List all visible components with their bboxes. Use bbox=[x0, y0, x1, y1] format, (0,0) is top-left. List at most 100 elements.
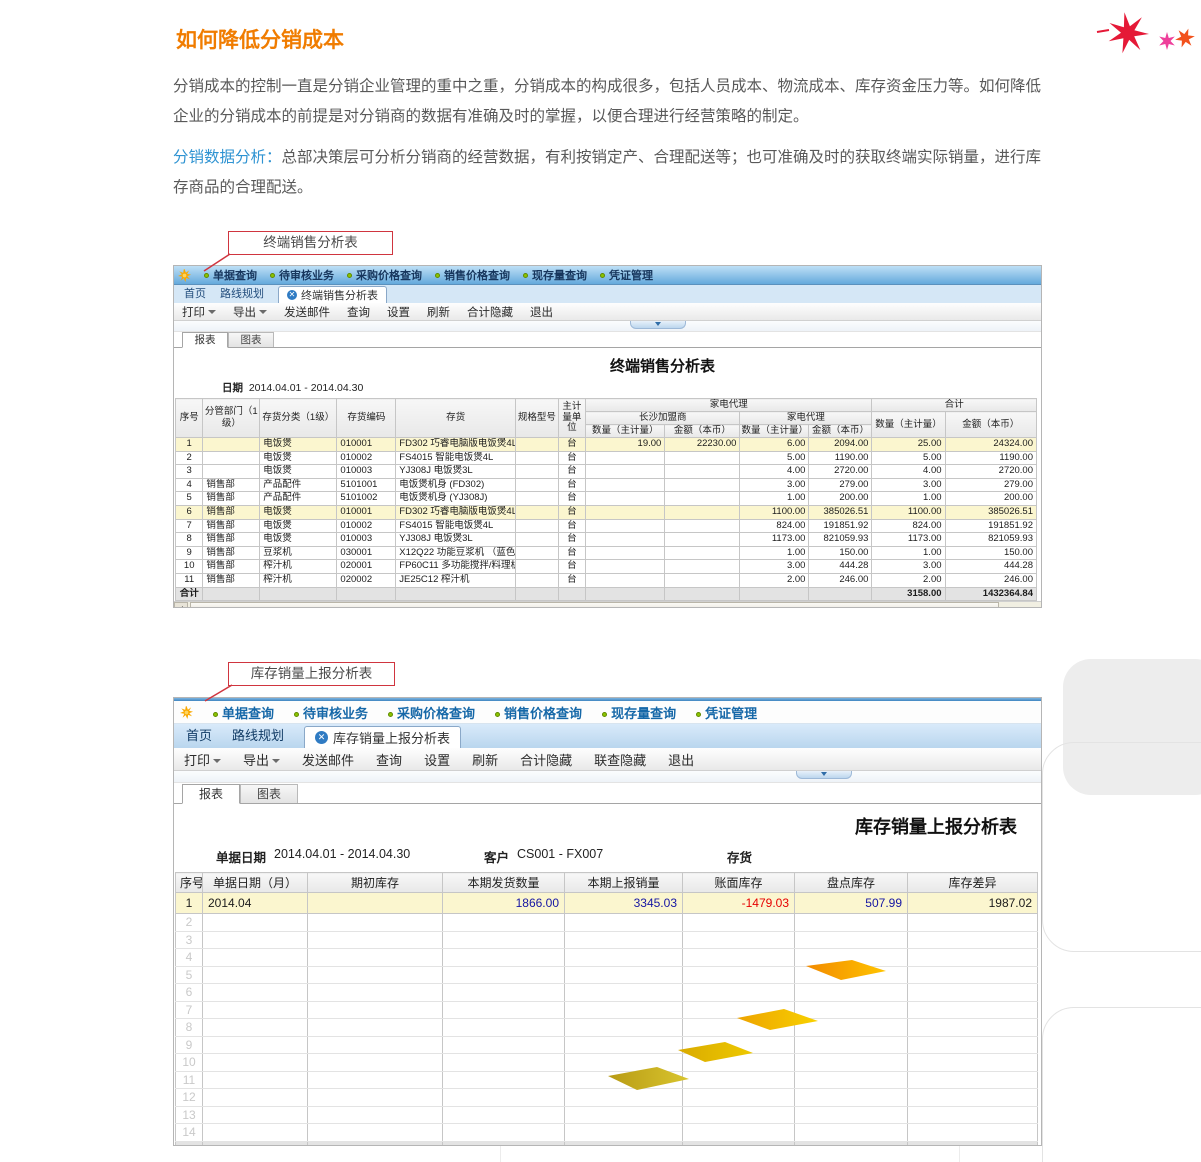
table-row[interactable]: 14 bbox=[176, 1124, 1038, 1142]
table-row[interactable]: 11 bbox=[176, 1071, 1038, 1089]
gear-icon[interactable] bbox=[180, 706, 193, 719]
table-row[interactable]: 4销售部产品配件5101001电饭煲机身 (FD302)台3.00279.003… bbox=[176, 478, 1037, 492]
table-row[interactable]: 3 bbox=[176, 931, 1038, 949]
menu-item[interactable]: 现存量查询 bbox=[523, 267, 587, 283]
table-row[interactable]: 2 bbox=[176, 914, 1038, 932]
table-cell: 8 bbox=[176, 533, 203, 547]
print-button[interactable]: 打印 bbox=[184, 750, 221, 769]
col-doc-month: 单据日期（月） bbox=[203, 873, 308, 893]
table-cell: 1.00 bbox=[740, 546, 809, 560]
table-cell bbox=[308, 1001, 443, 1019]
tab-route-planning[interactable]: 路线规划 bbox=[220, 285, 264, 301]
exit-button[interactable]: 退出 bbox=[668, 750, 694, 769]
table-row[interactable]: 9 bbox=[176, 1036, 1038, 1054]
table-cell bbox=[586, 573, 665, 587]
table-cell bbox=[665, 533, 740, 547]
table-cell bbox=[683, 1019, 795, 1037]
collapse-handle[interactable] bbox=[630, 321, 686, 329]
collapse-handle[interactable] bbox=[796, 771, 852, 779]
menu-item[interactable]: 现存量查询 bbox=[602, 703, 676, 722]
refresh-button[interactable]: 刷新 bbox=[472, 750, 498, 769]
menu-item[interactable]: 采购价格查询 bbox=[347, 267, 422, 283]
tab-home[interactable]: 首页 bbox=[184, 285, 206, 301]
tab-report[interactable]: 报表 bbox=[182, 784, 240, 804]
menu-item[interactable]: 待审核业务 bbox=[270, 267, 334, 283]
hide-total-button[interactable]: 合计隐藏 bbox=[467, 304, 513, 320]
table-row[interactable]: 5 bbox=[176, 966, 1038, 984]
table-cell: 010003 bbox=[337, 465, 396, 479]
table-row[interactable]: 6 bbox=[176, 984, 1038, 1002]
send-mail-button[interactable]: 发送邮件 bbox=[302, 750, 354, 769]
menu-item[interactable]: 采购价格查询 bbox=[388, 703, 475, 722]
menu-item[interactable]: 销售价格查询 bbox=[495, 703, 582, 722]
table-cell: 1190.00 bbox=[945, 451, 1036, 465]
gear-icon[interactable] bbox=[178, 269, 191, 282]
table-cell: 824.00 bbox=[872, 519, 945, 533]
horizontal-scrollbar[interactable] bbox=[174, 601, 1041, 608]
table-cell bbox=[203, 984, 308, 1002]
menu-item[interactable]: 凭证管理 bbox=[696, 703, 757, 722]
tab-home[interactable]: 首页 bbox=[186, 725, 212, 744]
hide-drill-button[interactable]: 联查隐藏 bbox=[594, 750, 646, 769]
exit-button[interactable]: 退出 bbox=[530, 304, 553, 320]
scrollbar-thumb[interactable] bbox=[190, 602, 999, 608]
query-button[interactable]: 查询 bbox=[347, 304, 370, 320]
table-cell: 14 bbox=[176, 1124, 203, 1142]
scroll-left-button[interactable] bbox=[174, 602, 188, 608]
table-cell: 电饭煲机身 (YJ308J) bbox=[396, 492, 516, 506]
table-cell: 1190.00 bbox=[809, 451, 872, 465]
table-cell bbox=[516, 573, 559, 587]
table-row[interactable]: 10销售部榨汁机020001FP60C11 多功能搅拌/料理机台3.00444.… bbox=[176, 560, 1037, 574]
inventory-report-table: 序号 单据日期（月） 期初库存 本期发货数量 本期上报销量 账面库存 盘点库存 … bbox=[175, 872, 1038, 1146]
menu-item[interactable]: 待审核业务 bbox=[294, 703, 368, 722]
send-mail-button[interactable]: 发送邮件 bbox=[284, 304, 330, 320]
table-row[interactable]: 6销售部电饭煲010001FD302 巧睿电脑版电饭煲4L台1100.00385… bbox=[176, 505, 1037, 519]
table-cell bbox=[795, 984, 908, 1002]
table-row[interactable]: 12014.041866.003345.03-1479.03507.991987… bbox=[176, 893, 1038, 914]
export-button[interactable]: 导出 bbox=[233, 304, 267, 320]
table-cell bbox=[795, 966, 908, 984]
table-row[interactable]: 8 bbox=[176, 1019, 1038, 1037]
table-cell: 11 bbox=[176, 573, 203, 587]
table-row[interactable]: 5销售部产品配件5101002电饭煲机身 (YJ308J)台1.00200.00… bbox=[176, 492, 1037, 506]
tab-report[interactable]: 报表 bbox=[182, 332, 228, 348]
settings-button[interactable]: 设置 bbox=[387, 304, 410, 320]
table-cell: 4.00 bbox=[740, 465, 809, 479]
table-cell bbox=[203, 465, 260, 479]
tab-chart[interactable]: 图表 bbox=[240, 784, 298, 803]
close-icon[interactable]: ✕ bbox=[287, 290, 297, 300]
table-row[interactable]: 7 bbox=[176, 1001, 1038, 1019]
table-cell bbox=[586, 505, 665, 519]
table-row[interactable]: 4 bbox=[176, 949, 1038, 967]
menu-item[interactable]: 凭证管理 bbox=[600, 267, 653, 283]
table-row[interactable]: 13 bbox=[176, 1106, 1038, 1124]
table-row[interactable]: 11销售部榨汁机020002JE25C12 榨汁机台2.00246.002.00… bbox=[176, 573, 1037, 587]
tab-chart[interactable]: 图表 bbox=[228, 332, 274, 347]
table-row[interactable]: 7销售部电饭煲010002FS4015 智能电饭煲4L台824.00191851… bbox=[176, 519, 1037, 533]
table-row[interactable]: 1电饭煲010001FD302 巧睿电脑版电饭煲4L台19.0022230.00… bbox=[176, 438, 1037, 452]
table-cell bbox=[308, 1071, 443, 1089]
table-cell: 010003 bbox=[337, 533, 396, 547]
table-row[interactable]: 8销售部电饭煲010003YJ308J 电饭煲3L台1173.00821059.… bbox=[176, 533, 1037, 547]
tab-active-report[interactable]: ✕终端销售分析表 bbox=[278, 286, 387, 303]
hide-total-button[interactable]: 合计隐藏 bbox=[520, 750, 572, 769]
print-button[interactable]: 打印 bbox=[182, 304, 216, 320]
table-row[interactable]: 3电饭煲010003YJ308J 电饭煲3L台4.002720.004.0027… bbox=[176, 465, 1037, 479]
table-row[interactable]: 9销售部豆浆机030001X12Q22 功能豆浆机 （蓝色）台1.00150.0… bbox=[176, 546, 1037, 560]
refresh-button[interactable]: 刷新 bbox=[427, 304, 450, 320]
menu-item[interactable]: 销售价格查询 bbox=[435, 267, 510, 283]
table-cell: FP60C11 多功能搅拌/料理机 bbox=[396, 560, 516, 574]
tab-active-report[interactable]: ✕库存销量上报分析表 bbox=[304, 726, 461, 748]
tab-route-planning[interactable]: 路线规划 bbox=[232, 725, 284, 744]
table-row[interactable]: 12 bbox=[176, 1089, 1038, 1107]
table-cell: 3.00 bbox=[740, 560, 809, 574]
menu-item[interactable]: 单据查询 bbox=[213, 703, 274, 722]
col-category: 存货分类（1级） bbox=[260, 399, 337, 438]
table-row[interactable]: 2电饭煲010002FS4015 智能电饭煲4L台5.001190.005.00… bbox=[176, 451, 1037, 465]
settings-button[interactable]: 设置 bbox=[424, 750, 450, 769]
table-row[interactable]: 10 bbox=[176, 1054, 1038, 1072]
query-button[interactable]: 查询 bbox=[376, 750, 402, 769]
table-cell bbox=[565, 949, 683, 967]
export-button[interactable]: 导出 bbox=[243, 750, 280, 769]
close-icon[interactable]: ✕ bbox=[315, 731, 328, 744]
